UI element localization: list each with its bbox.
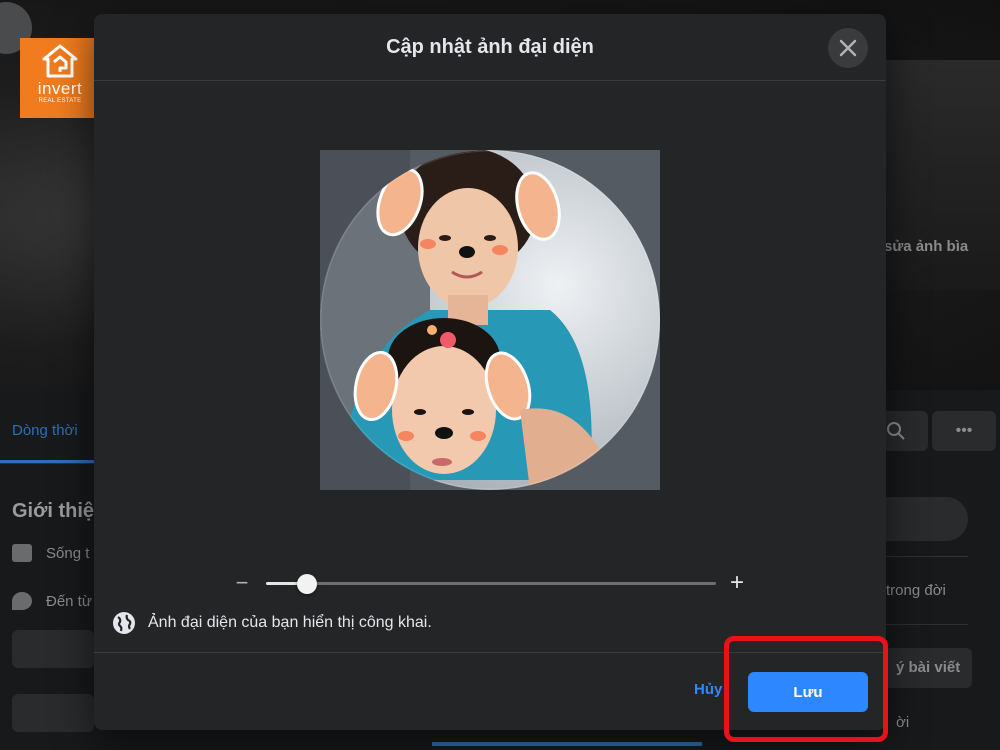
privacy-text: Ảnh đại diện của bạn hiển thị công khai.: [148, 614, 432, 631]
zoom-out-button[interactable]: −: [232, 570, 252, 596]
profile-photo: [320, 150, 660, 490]
tab-timeline[interactable]: Dòng thời: [12, 422, 78, 439]
more-icon: •••: [955, 422, 973, 439]
zoom-in-button[interactable]: +: [726, 570, 748, 596]
house-logo-icon: [42, 44, 78, 78]
highlight-annotation-box: [724, 636, 888, 742]
manage-posts-button[interactable]: ý bài viết: [886, 648, 972, 688]
close-button[interactable]: [828, 28, 868, 68]
cancel-button[interactable]: Hủy: [694, 681, 722, 698]
cover-photo-right-edge: [886, 60, 1000, 290]
zoom-slider[interactable]: [266, 574, 716, 594]
intro-item-lives: Sống t: [12, 544, 89, 562]
life-event-label[interactable]: trong đời: [886, 582, 946, 599]
search-icon: [887, 422, 905, 440]
intro-item-from: Đến từ: [12, 592, 92, 610]
logo-name: invert: [37, 79, 83, 98]
globe-icon: [113, 612, 135, 634]
intro-item-label: Sống t: [46, 544, 90, 562]
zoom-slider-row: − +: [232, 570, 752, 596]
edit-cover-button[interactable]: sửa ảnh bìa: [884, 238, 968, 255]
close-icon: [839, 39, 857, 57]
home-icon: [12, 544, 32, 562]
intro-heading: Giới thiệ: [12, 500, 95, 522]
divider: [0, 463, 94, 464]
active-indicator-bar: [432, 742, 702, 746]
intro-edit-block[interactable]: [12, 694, 94, 732]
composer-pill[interactable]: [886, 497, 968, 541]
location-pin-icon: [12, 592, 32, 610]
manage-posts-label: ý bài viết: [896, 659, 961, 676]
invert-real-estate-logo: invert REAL ESTATE: [20, 38, 100, 118]
divider: [886, 624, 968, 625]
privacy-notice: Ảnh đại diện của bạn hiển thị công khai.: [112, 611, 432, 635]
update-profile-picture-dialog: Cập nhật ảnh đại diện − + Ảnh đại diện c…: [94, 14, 886, 730]
intro-edit-block[interactable]: [12, 630, 94, 668]
logo-tagline: REAL ESTATE: [38, 98, 82, 104]
right-column-text: ời: [896, 714, 910, 731]
dialog-title: Cập nhật ảnh đại diện: [386, 35, 594, 58]
profile-photo-crop-area[interactable]: [320, 150, 660, 490]
more-options-button[interactable]: •••: [932, 411, 996, 451]
intro-item-label: Đến từ: [46, 592, 92, 610]
divider: [886, 556, 968, 557]
dialog-header: Cập nhật ảnh đại diện: [94, 14, 886, 81]
zoom-slider-thumb[interactable]: [296, 574, 317, 594]
